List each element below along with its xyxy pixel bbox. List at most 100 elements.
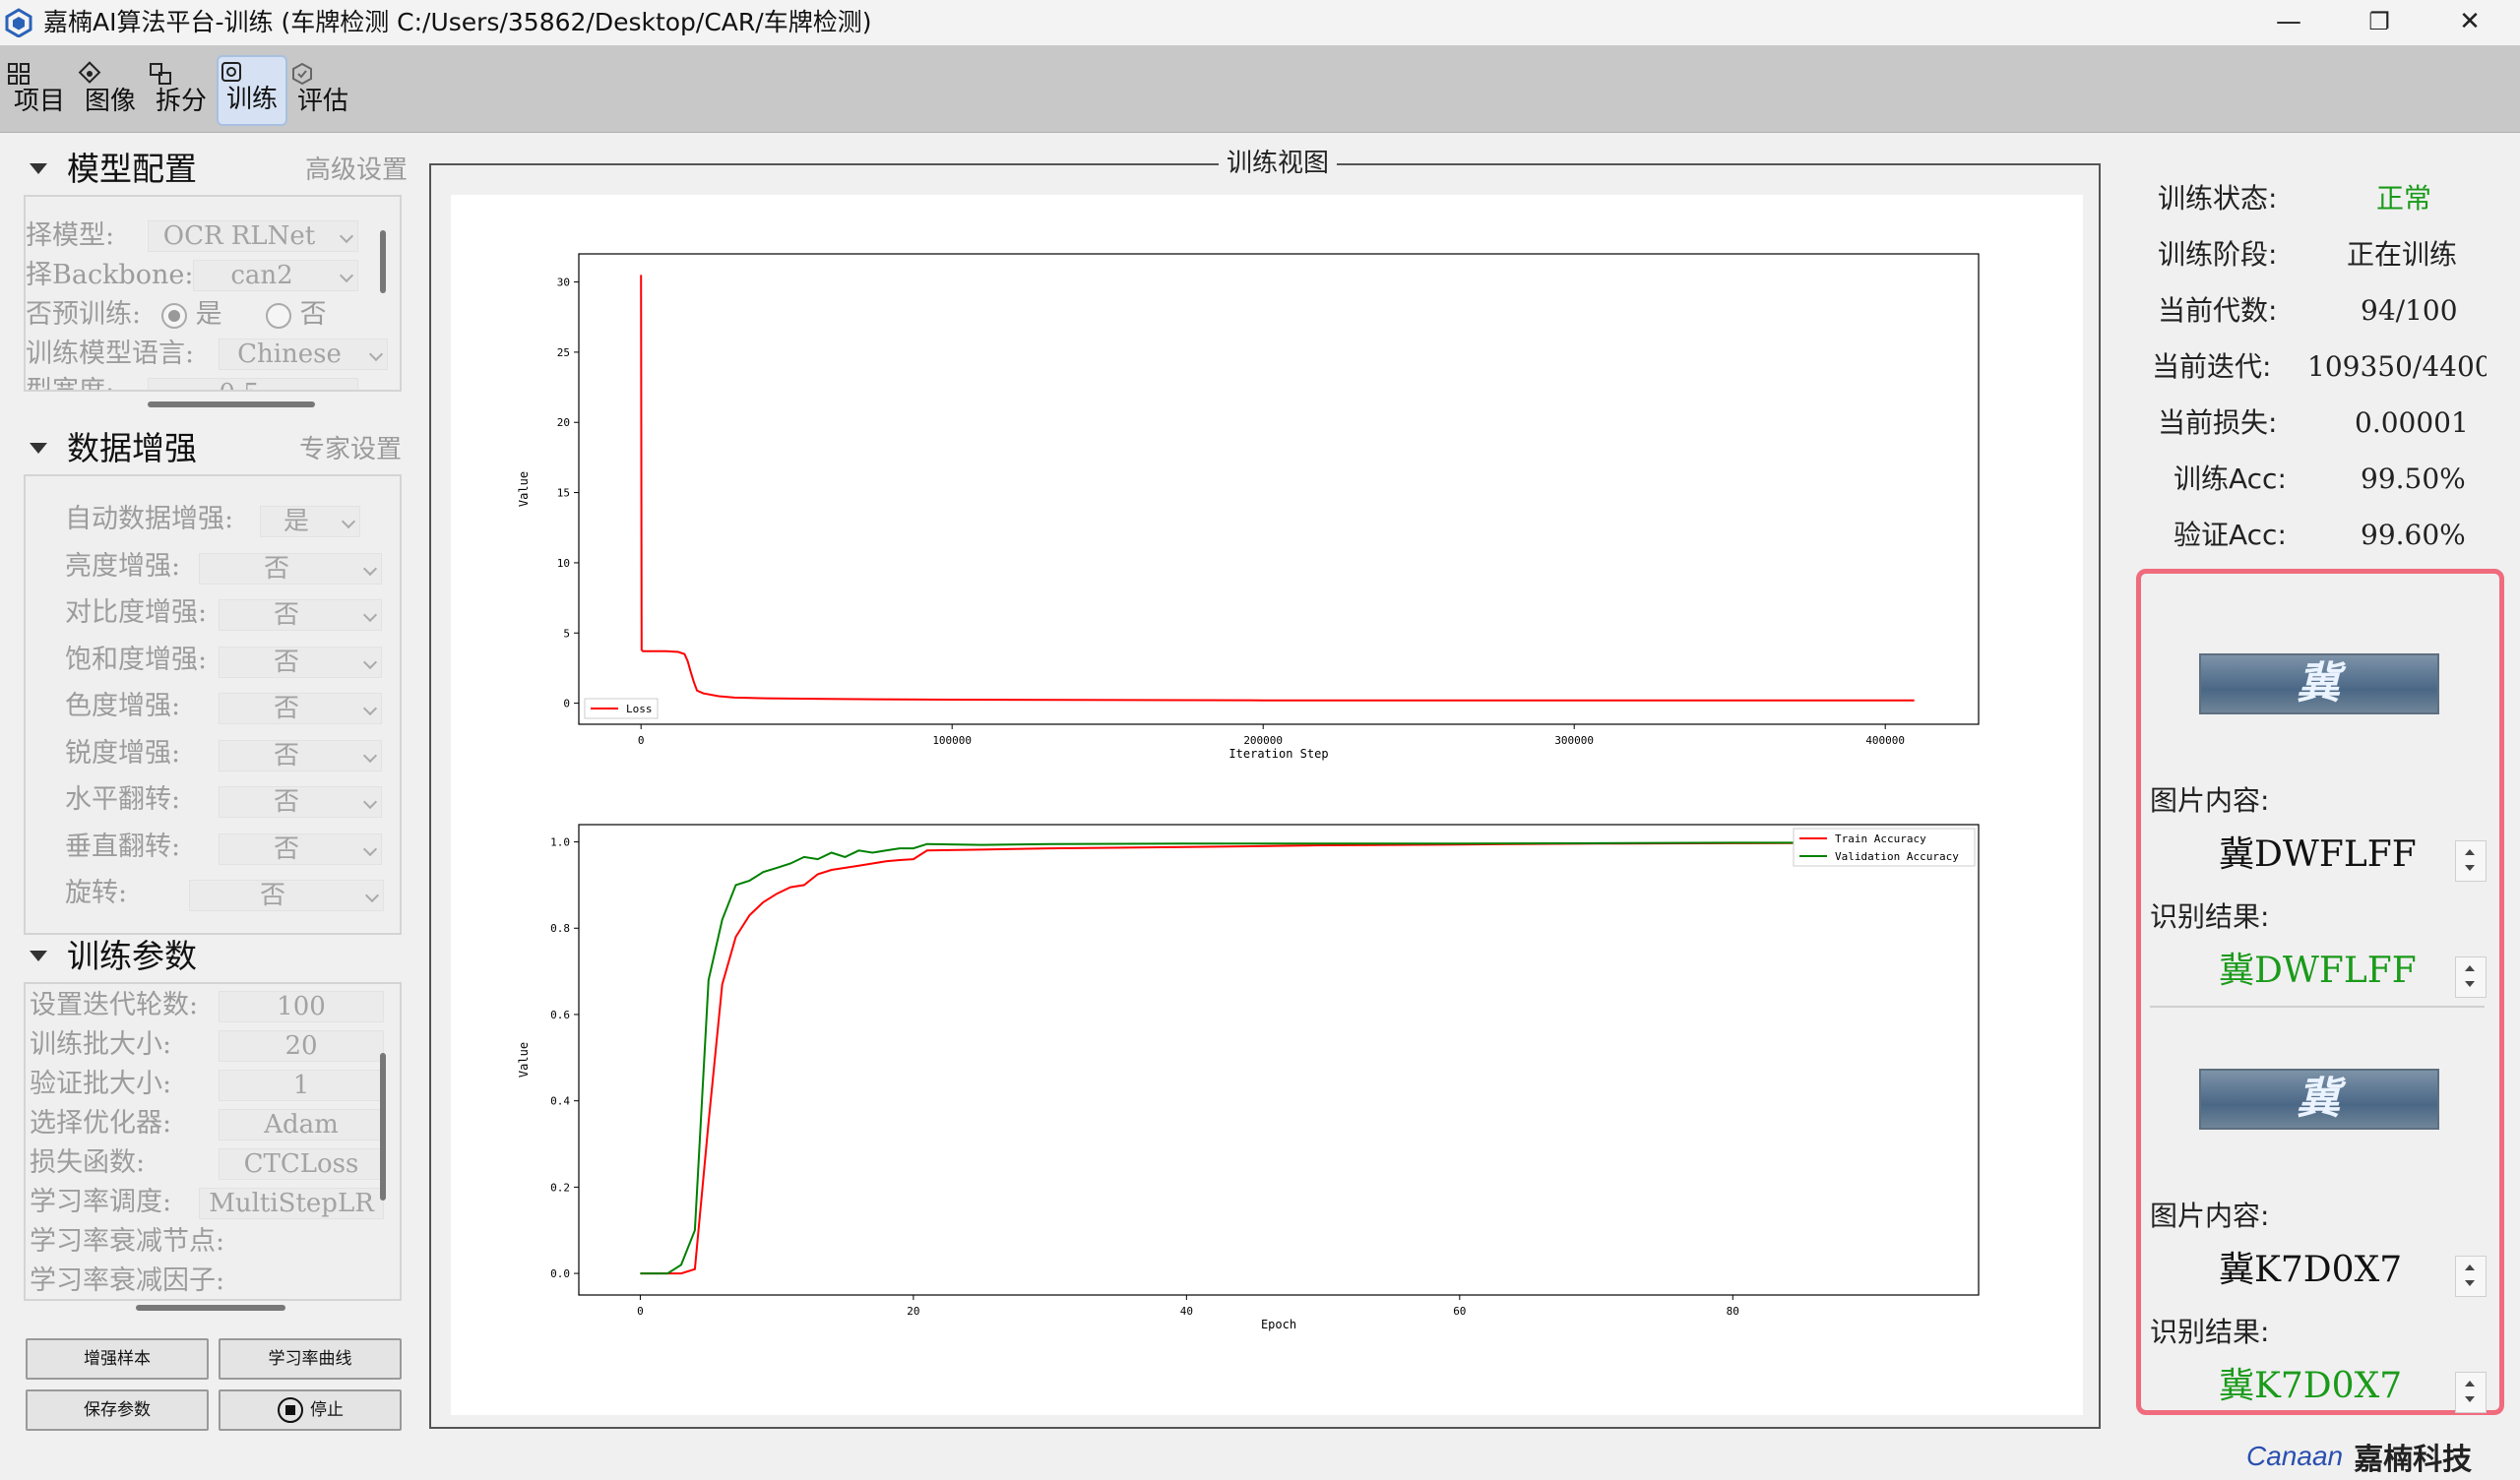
stop-button[interactable]: 停止 xyxy=(219,1389,402,1431)
pretrain-yes-option[interactable]: 是 xyxy=(161,297,222,333)
result-value[interactable]: 冀DWFLFF xyxy=(2219,951,2417,992)
collapse-arrow-icon[interactable] xyxy=(30,443,47,454)
result-label: 识别结果: xyxy=(2150,1316,2270,1348)
toolbar-image-button[interactable]: 图像 xyxy=(77,59,144,122)
backbone-select[interactable]: can2 xyxy=(193,260,358,291)
split-icon xyxy=(150,63,171,85)
augment-select[interactable]: 否 xyxy=(219,646,382,678)
expert-settings-link[interactable]: 专家设置 xyxy=(299,435,421,464)
param-value[interactable]: MultiStepLR xyxy=(199,1188,384,1219)
status-state-label: 训练状态: xyxy=(2158,182,2278,215)
augment-label: 自动数据增强: xyxy=(65,504,234,534)
augment-select[interactable]: 是 xyxy=(260,506,360,537)
collapse-arrow-icon[interactable] xyxy=(30,163,47,174)
toolbar-split-button[interactable]: 拆分 xyxy=(148,59,215,122)
save-params-button[interactable]: 保存参数 xyxy=(26,1389,209,1431)
brand-cn: 嘉楠科技 xyxy=(2354,1443,2473,1477)
toolbar-split-label: 拆分 xyxy=(155,87,207,116)
chart-legend: Loss xyxy=(584,698,659,719)
training-charts: 0 100000 200000 300000 400000 0 5 10 15 20 25 30 Ite… xyxy=(517,253,1980,1331)
chevron-down-icon xyxy=(362,701,378,716)
train-params-hscrollbar[interactable] xyxy=(136,1305,285,1311)
augment-select[interactable]: 否 xyxy=(219,832,382,865)
collapse-arrow-icon[interactable] xyxy=(30,951,47,961)
pretrain-label: 否预训练: xyxy=(26,299,142,330)
model-config-scrollbar[interactable] xyxy=(380,230,386,293)
train-params-scrollbar[interactable] xyxy=(380,1053,386,1201)
brand-logo: Canaan 嘉楠科技 xyxy=(2246,1435,2472,1478)
model-config-hscrollbar[interactable] xyxy=(148,401,315,407)
y-tick-label: 1.0 xyxy=(550,836,570,849)
plot-area: 0 100000 200000 300000 400000 0 5 10 15 20 25 30 Ite… xyxy=(451,195,2083,1415)
x-tick-label: 20 xyxy=(907,1305,919,1318)
augment-select[interactable]: 否 xyxy=(219,693,382,724)
train-params-panel: 设置迭代轮数: 100 训练批大小: 20 验证批大小: 1 选择优化器: Adam 损失函数:… xyxy=(24,982,402,1301)
result-spinner[interactable] xyxy=(2455,956,2487,998)
toolbar-train-label: 训练 xyxy=(225,85,278,114)
x-tick-label: 0 xyxy=(637,1305,644,1318)
y-tick-label: 20 xyxy=(557,416,570,429)
status-val-acc-value: 99.60% xyxy=(2361,519,2466,551)
param-label: 学习率衰减因子: xyxy=(30,1265,225,1296)
augment-select[interactable]: 否 xyxy=(219,599,382,631)
y-tick-label: 5 xyxy=(563,627,570,640)
status-train-acc-label: 训练Acc: xyxy=(2174,462,2287,495)
y-tick-label: 0.4 xyxy=(550,1095,570,1108)
close-button[interactable]: ✕ xyxy=(2426,0,2514,45)
y-tick-label: 0.2 xyxy=(550,1181,570,1194)
window-title: 嘉楠AI算法平台-训练 (车牌检测 C:/Users/35862/Desktop… xyxy=(43,8,872,36)
model-select[interactable]: OCR RLNet xyxy=(148,220,358,252)
y-tick-label: 0 xyxy=(563,698,570,710)
radio-selected-icon[interactable] xyxy=(161,302,187,329)
augment-label: 饱和度增强: xyxy=(65,644,208,675)
content-value[interactable]: 冀DWFLFF xyxy=(2219,834,2417,876)
augment-samples-button[interactable]: 增强样本 xyxy=(26,1338,209,1380)
model-config-panel: 择模型: OCR RLNet 择Backbone: can2 否预训练: 是 否… xyxy=(24,195,402,392)
maximize-button[interactable]: ❐ xyxy=(2335,0,2424,45)
pretrain-no-option[interactable]: 否 xyxy=(266,297,327,333)
content-value[interactable]: 冀K7D0X7 xyxy=(2219,1250,2402,1291)
augment-header[interactable]: 数据增强 专家设置 xyxy=(24,429,402,468)
status-phase-value: 正在训练 xyxy=(2347,238,2458,271)
status-train-acc-value: 99.50% xyxy=(2361,462,2466,495)
language-select[interactable]: Chinese xyxy=(219,339,388,370)
evaluate-icon xyxy=(292,62,312,86)
minimize-button[interactable]: — xyxy=(2244,0,2333,45)
augment-select[interactable]: 否 xyxy=(219,786,382,818)
result-value[interactable]: 冀K7D0X7 xyxy=(2219,1366,2402,1407)
content-spinner[interactable] xyxy=(2455,1256,2487,1297)
chart-0: 0 100000 200000 300000 400000 0 5 10 15 20 25 30 Ite… xyxy=(517,253,1980,761)
width-select[interactable]: 0.5 xyxy=(148,378,358,390)
status-loss-value: 0.00001 xyxy=(2355,406,2469,439)
x-tick-label: 0 xyxy=(638,734,645,747)
y-axis-label: Value xyxy=(517,1042,531,1078)
model-config-title: 模型配置 xyxy=(67,150,197,188)
toolbar-train-button[interactable]: 训练 xyxy=(217,55,287,126)
main-toolbar: 项目 图像 拆分 训练 评估 xyxy=(0,45,2520,133)
toolbar-project-button[interactable]: 项目 xyxy=(6,59,73,122)
param-value[interactable]: 1 xyxy=(219,1070,384,1101)
augment-title: 数据增强 xyxy=(67,429,197,467)
augment-select[interactable]: 否 xyxy=(219,739,382,771)
param-value[interactable]: 20 xyxy=(219,1030,384,1062)
training-view-title: 训练视图 xyxy=(1219,148,1338,179)
augment-select[interactable]: 否 xyxy=(189,880,384,911)
result-spinner[interactable] xyxy=(2455,1372,2487,1413)
chevron-down-icon xyxy=(362,654,378,669)
advanced-settings-link[interactable]: 高级设置 xyxy=(305,155,421,185)
augment-select[interactable]: 否 xyxy=(199,552,382,585)
radio-unselected-icon[interactable] xyxy=(266,302,291,329)
toolbar-evaluate-button[interactable]: 评估 xyxy=(289,59,356,122)
chevron-down-icon xyxy=(362,561,378,576)
content-spinner[interactable] xyxy=(2455,840,2487,882)
train-params-header[interactable]: 训练参数 xyxy=(24,937,398,976)
y-tick-label: 10 xyxy=(557,557,570,570)
param-value[interactable]: CTCLoss xyxy=(219,1148,384,1180)
lr-curve-button[interactable]: 学习率曲线 xyxy=(219,1338,402,1380)
stop-label: 停止 xyxy=(310,1400,344,1420)
model-config-header[interactable]: 模型配置 高级设置 xyxy=(24,150,408,189)
param-value[interactable]: Adam xyxy=(219,1109,384,1141)
param-value[interactable]: 100 xyxy=(219,991,384,1022)
chart-1: 0 20 40 60 80 0.0 0.2 0.4 0.6 0.8 1.0 Epoch Value Tra… xyxy=(517,824,1980,1331)
status-state-value: 正常 xyxy=(2376,182,2432,215)
